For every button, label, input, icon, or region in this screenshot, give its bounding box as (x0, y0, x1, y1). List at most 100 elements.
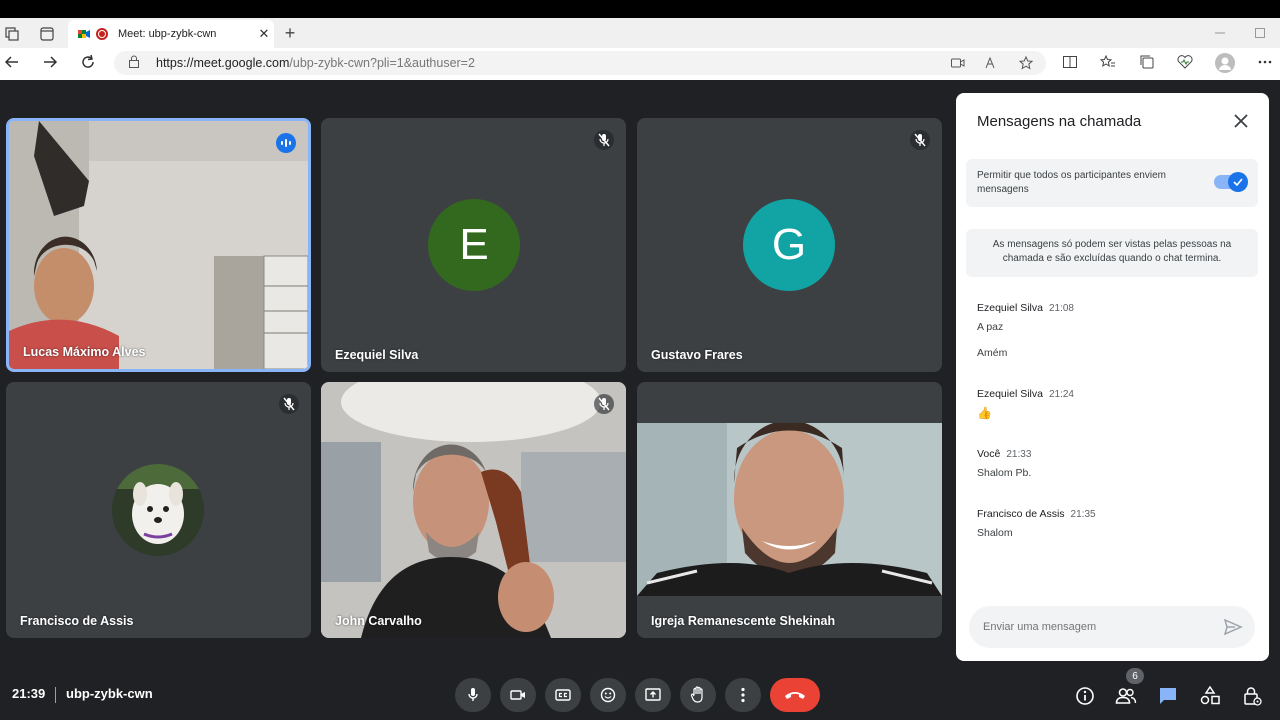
message-text: Amém (977, 347, 1008, 359)
participant-avatar: G (743, 199, 835, 291)
chat-title: Mensagens na chamada (977, 113, 1142, 130)
mic-off-icon (279, 394, 299, 414)
more-options-button[interactable] (725, 678, 761, 712)
mic-off-icon (594, 394, 614, 414)
raise-hand-button[interactable] (680, 678, 716, 712)
minimize-icon[interactable] (1210, 23, 1230, 43)
favorites-icon[interactable] (1098, 52, 1118, 72)
meeting-details-icon[interactable] (1073, 684, 1097, 708)
favorite-star-icon[interactable] (1016, 53, 1036, 73)
chat-panel: Mensagens na chamada Permitir que todos … (956, 93, 1269, 661)
captions-icon (555, 689, 571, 701)
activities-icon[interactable] (1198, 684, 1222, 708)
captions-button[interactable] (545, 678, 581, 712)
read-aloud-icon[interactable] (982, 53, 1002, 73)
meet-favicon-icon (78, 30, 90, 38)
chat-input-box (969, 606, 1255, 648)
emoji-icon (600, 687, 616, 703)
hand-icon (690, 686, 703, 703)
speaking-indicator-icon (276, 133, 296, 153)
permission-label: Permitir que todos os participantes envi… (977, 170, 1166, 195)
message-header: Ezequiel Silva 21:24 (977, 388, 1074, 400)
video-feed-igreja (637, 423, 942, 596)
message-time: 21:24 (1048, 389, 1074, 400)
participant-name: Igreja Remanescente Shekinah (651, 614, 836, 628)
participant-avatar-photo (112, 464, 204, 556)
participant-name: Francisco de Assis (20, 614, 134, 628)
close-chat-icon[interactable] (1229, 109, 1253, 133)
divider (55, 687, 56, 703)
tab-title: Meet: ubp-zybk-cwn (118, 28, 217, 40)
recording-icon (96, 28, 108, 40)
back-icon[interactable] (2, 52, 22, 72)
present-button[interactable] (635, 678, 671, 712)
camera-site-icon[interactable] (948, 53, 968, 73)
mic-off-icon (910, 130, 930, 150)
host-controls-icon[interactable] (1240, 684, 1264, 708)
camera-icon (510, 690, 525, 700)
collections-icon[interactable] (1137, 52, 1157, 72)
message-header: Francisco de Assis 21:35 (977, 508, 1096, 520)
participant-name: Gustavo Frares (651, 348, 743, 362)
browser-essentials-icon[interactable] (1175, 52, 1195, 72)
permission-toggle[interactable] (1214, 172, 1248, 192)
chat-info-banner: As mensagens só podem ser vistas pelas p… (966, 229, 1258, 277)
profile-avatar[interactable] (1215, 53, 1235, 73)
send-icon[interactable] (1223, 617, 1243, 637)
browser-tab[interactable]: Meet: ubp-zybk-cwn ✕ (68, 20, 274, 48)
microphone-button[interactable] (455, 678, 491, 712)
url-host: https://meet.google.com (156, 56, 290, 70)
more-vert-icon (741, 687, 745, 703)
message-sender: Você (977, 448, 1001, 460)
lock-icon (128, 55, 142, 71)
message-text: 👍 (977, 406, 992, 420)
leave-call-button[interactable] (770, 678, 820, 712)
participant-tile[interactable]: E Ezequiel Silva (321, 118, 626, 372)
message-sender: Francisco de Assis (977, 508, 1065, 520)
message-time: 21:08 (1048, 303, 1074, 314)
url-text: https://meet.google.com/ubp-zybk-cwn?pli… (156, 56, 948, 70)
message-header: Você 21:33 (977, 448, 1031, 460)
participant-tile[interactable]: G Gustavo Frares (637, 118, 942, 372)
url-field[interactable]: https://meet.google.com/ubp-zybk-cwn?pli… (114, 51, 1046, 75)
message-sender: Ezequiel Silva (977, 302, 1043, 314)
maximize-icon[interactable] (1250, 23, 1270, 43)
permission-row: Permitir que todos os participantes envi… (966, 159, 1258, 207)
video-feed-lucas (9, 121, 308, 369)
top-black-bar (0, 0, 1280, 18)
forward-icon[interactable] (40, 52, 60, 72)
participant-tile[interactable]: Igreja Remanescente Shekinah (637, 382, 942, 638)
message-sender: Ezequiel Silva (977, 388, 1043, 400)
message-header: Ezequiel Silva 21:08 (977, 302, 1074, 314)
present-screen-icon (645, 688, 661, 701)
participant-name: Ezequiel Silva (335, 348, 419, 362)
refresh-icon[interactable] (78, 52, 98, 72)
tab-actions-icon[interactable] (37, 24, 57, 44)
chat-message-input[interactable] (983, 618, 1213, 636)
emoji-button[interactable] (590, 678, 626, 712)
microphone-icon (468, 688, 478, 701)
chat-icon[interactable] (1156, 684, 1180, 708)
participant-tile[interactable]: Francisco de Assis (6, 382, 311, 638)
hangup-icon (785, 692, 805, 699)
meeting-code: ubp-zybk-cwn (66, 686, 153, 701)
more-options-icon[interactable] (1255, 52, 1275, 72)
participant-name: Lucas Máximo Alves (23, 345, 146, 359)
participant-avatar: E (428, 199, 520, 291)
mic-off-icon (594, 130, 614, 150)
message-text: A paz (977, 321, 1004, 333)
message-text: Shalom Pb. (977, 467, 1032, 479)
participant-count-badge: 6 (1126, 668, 1144, 684)
people-icon[interactable] (1114, 684, 1138, 708)
new-tab-button[interactable]: + (280, 23, 300, 43)
message-time: 21:33 (1006, 449, 1032, 460)
participant-tile[interactable]: John Carvalho (321, 382, 626, 638)
tab-close-button[interactable]: ✕ (254, 26, 274, 42)
url-path: /ubp-zybk-cwn?pli=1&authuser=2 (289, 56, 475, 70)
workspaces-icon[interactable] (2, 24, 22, 44)
participant-tile[interactable]: Lucas Máximo Alves (6, 118, 311, 372)
message-time: 21:35 (1070, 509, 1096, 520)
camera-button[interactable] (500, 678, 536, 712)
split-screen-icon[interactable] (1060, 52, 1080, 72)
check-icon (1228, 172, 1248, 192)
